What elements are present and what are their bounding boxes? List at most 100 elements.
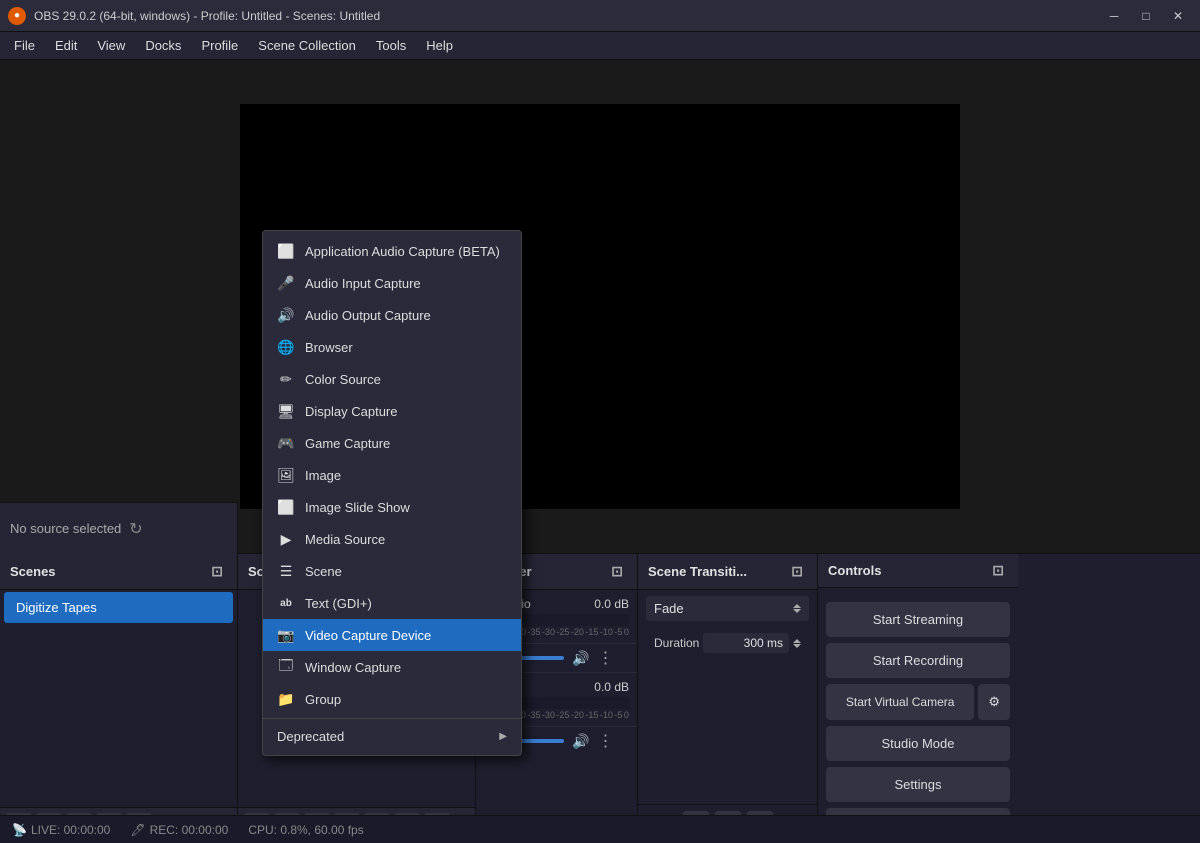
start-streaming-button[interactable]: Start Streaming — [826, 602, 1010, 637]
status-network: 📡 LIVE: 00:00:00 — [12, 823, 110, 837]
scenes-panel: Scenes ⊡ Digitize Tapes + 🗑 ⊡ ∧ ∨ — [0, 554, 238, 843]
browser-icon: 🌐 — [277, 338, 295, 356]
mixer-header-icons: ⊡ — [607, 561, 627, 582]
scenes-header-icons: ⊡ — [207, 561, 227, 582]
audio-input-icon: 🎤 — [277, 274, 295, 292]
network-icon: 📡 — [12, 823, 27, 837]
no-source-bar: No source selected ↻ — [0, 502, 238, 554]
status-rec: REC: 00:00:00 — [150, 823, 229, 837]
ctx-media-source[interactable]: ▶ Media Source — [263, 523, 521, 555]
preview-area[interactable] — [0, 60, 1200, 553]
controls-expand-icon[interactable]: ⊡ — [988, 560, 1008, 581]
menu-docks[interactable]: Docks — [135, 34, 191, 57]
ctx-text-gdi[interactable]: ab Text (GDI+) — [263, 587, 521, 619]
game-capture-icon: 🎮 — [277, 434, 295, 452]
transitions-content: Fade Duration 300 ms — [638, 590, 817, 663]
channel-1-more[interactable]: ⋮ — [597, 648, 613, 668]
studio-mode-button[interactable]: Studio Mode — [826, 726, 1010, 761]
channel-1-db: 0.0 dB — [584, 597, 629, 611]
channel-2-more[interactable]: ⋮ — [597, 731, 613, 751]
start-virtual-camera-button[interactable]: Start Virtual Camera — [826, 684, 974, 720]
controls-panel: Controls ⊡ Start Streaming Start Recordi… — [818, 554, 1018, 843]
minimize-button[interactable]: ─ — [1100, 5, 1128, 27]
settings-button[interactable]: Settings — [826, 767, 1010, 802]
group-icon: 📁 — [277, 690, 295, 708]
controls-header-icons: ⊡ — [988, 560, 1008, 581]
duration-label: Duration — [654, 636, 699, 650]
transition-type-value: Fade — [654, 601, 684, 616]
ctx-image-slide-show[interactable]: ⬜ Image Slide Show — [263, 491, 521, 523]
ctx-scene[interactable]: ☰ Scene — [263, 555, 521, 587]
no-source-text: No source selected — [10, 521, 121, 536]
color-source-icon: ✏ — [277, 370, 295, 388]
obs-icon: ● — [8, 7, 26, 25]
virtual-camera-settings-button[interactable]: ⚙ — [978, 684, 1010, 720]
menu-profile[interactable]: Profile — [191, 34, 248, 57]
status-cpu-text: CPU: 0.8%, 60.00 fps — [248, 823, 363, 837]
ctx-color-source[interactable]: ✏ Color Source — [263, 363, 521, 395]
transitions-expand-icon[interactable]: ⊡ — [787, 561, 807, 582]
menu-file[interactable]: File — [4, 34, 45, 57]
title-text: OBS 29.0.2 (64-bit, windows) - Profile: … — [34, 9, 1100, 23]
ctx-game-capture[interactable]: 🎮 Game Capture — [263, 427, 521, 459]
window-controls: ─ □ ✕ — [1100, 5, 1192, 27]
titlebar: ● OBS 29.0.2 (64-bit, windows) - Profile… — [0, 0, 1200, 32]
ctx-video-capture-device[interactable]: 📷 Video Capture Device — [263, 619, 521, 651]
transitions-panel: Scene Transiti... ⊡ Fade Duration — [638, 554, 818, 843]
display-capture-icon: 🖥 — [277, 402, 295, 420]
channel-1-mute[interactable]: 🔊 — [572, 650, 589, 667]
ctx-audio-input-capture[interactable]: 🎤 Audio Input Capture — [263, 267, 521, 299]
bottom-panels: No source selected ↻ Scenes ⊡ Digitize T… — [0, 553, 1200, 843]
ctx-browser[interactable]: 🌐 Browser — [263, 331, 521, 363]
audio-output-icon: 🔊 — [277, 306, 295, 324]
status-live: LIVE: 00:00:00 — [31, 823, 110, 837]
ctx-separator — [263, 718, 521, 719]
menu-view[interactable]: View — [87, 34, 135, 57]
main-content: No source selected ↻ Scenes ⊡ Digitize T… — [0, 60, 1200, 843]
scenes-expand-icon[interactable]: ⊡ — [207, 561, 227, 582]
ctx-deprecated[interactable]: Deprecated ▶ — [263, 722, 521, 751]
text-gdi-icon: ab — [277, 594, 295, 612]
scenes-panel-header: Scenes ⊡ — [0, 554, 237, 590]
menu-edit[interactable]: Edit — [45, 34, 87, 57]
ctx-window-capture[interactable]: 🗔 Window Capture — [263, 651, 521, 683]
controls-panel-header: Controls ⊡ — [818, 554, 1018, 588]
ctx-display-capture[interactable]: 🖥 Display Capture — [263, 395, 521, 427]
statusbar: 📡 LIVE: 00:00:00 🖊 REC: 00:00:00 CPU: 0.… — [0, 815, 1200, 843]
mixer-expand-icon[interactable]: ⊡ — [607, 561, 627, 582]
scene-item-digitize-tapes[interactable]: Digitize Tapes — [4, 592, 233, 623]
media-source-icon: ▶ — [277, 530, 295, 548]
ctx-app-audio-capture[interactable]: ⬜ Application Audio Capture (BETA) — [263, 235, 521, 267]
rec-icon: 🖊 — [130, 823, 145, 837]
duration-arrow-icon — [793, 639, 801, 648]
ctx-image[interactable]: 🖼 Image — [263, 459, 521, 491]
transition-type-select[interactable]: Fade — [646, 596, 809, 621]
channel-2-db: 0.0 dB — [584, 680, 629, 694]
transitions-panel-header: Scene Transiti... ⊡ — [638, 554, 817, 590]
ctx-deprecated-label: Deprecated — [277, 729, 344, 744]
controls-panel-title: Controls — [828, 563, 881, 578]
menu-scene-collection[interactable]: Scene Collection — [248, 34, 366, 57]
ctx-submenu-arrow-icon: ▶ — [499, 731, 507, 742]
transitions-header-icons: ⊡ — [787, 561, 807, 582]
ctx-group[interactable]: 📁 Group — [263, 683, 521, 715]
maximize-button[interactable]: □ — [1132, 5, 1160, 27]
scenes-panel-title: Scenes — [10, 564, 56, 579]
menu-tools[interactable]: Tools — [366, 34, 416, 57]
refresh-icon[interactable]: ↻ — [129, 519, 142, 539]
scene-icon: ☰ — [277, 562, 295, 580]
start-recording-button[interactable]: Start Recording — [826, 643, 1010, 678]
ctx-audio-output-capture[interactable]: 🔊 Audio Output Capture — [263, 299, 521, 331]
video-capture-device-icon: 📷 — [277, 626, 295, 644]
window-capture-icon: 🗔 — [277, 658, 295, 676]
app-audio-capture-icon: ⬜ — [277, 242, 295, 260]
select-arrow-icon — [793, 604, 801, 613]
scenes-list: Digitize Tapes — [0, 590, 237, 807]
menu-help[interactable]: Help — [416, 34, 463, 57]
close-button[interactable]: ✕ — [1164, 5, 1192, 27]
status-recording: 🖊 REC: 00:00:00 — [130, 823, 228, 837]
duration-control: 300 ms — [703, 633, 801, 653]
channel-2-mute[interactable]: 🔊 — [572, 733, 589, 750]
image-slideshow-icon: ⬜ — [277, 498, 295, 516]
status-cpu: CPU: 0.8%, 60.00 fps — [248, 823, 363, 837]
